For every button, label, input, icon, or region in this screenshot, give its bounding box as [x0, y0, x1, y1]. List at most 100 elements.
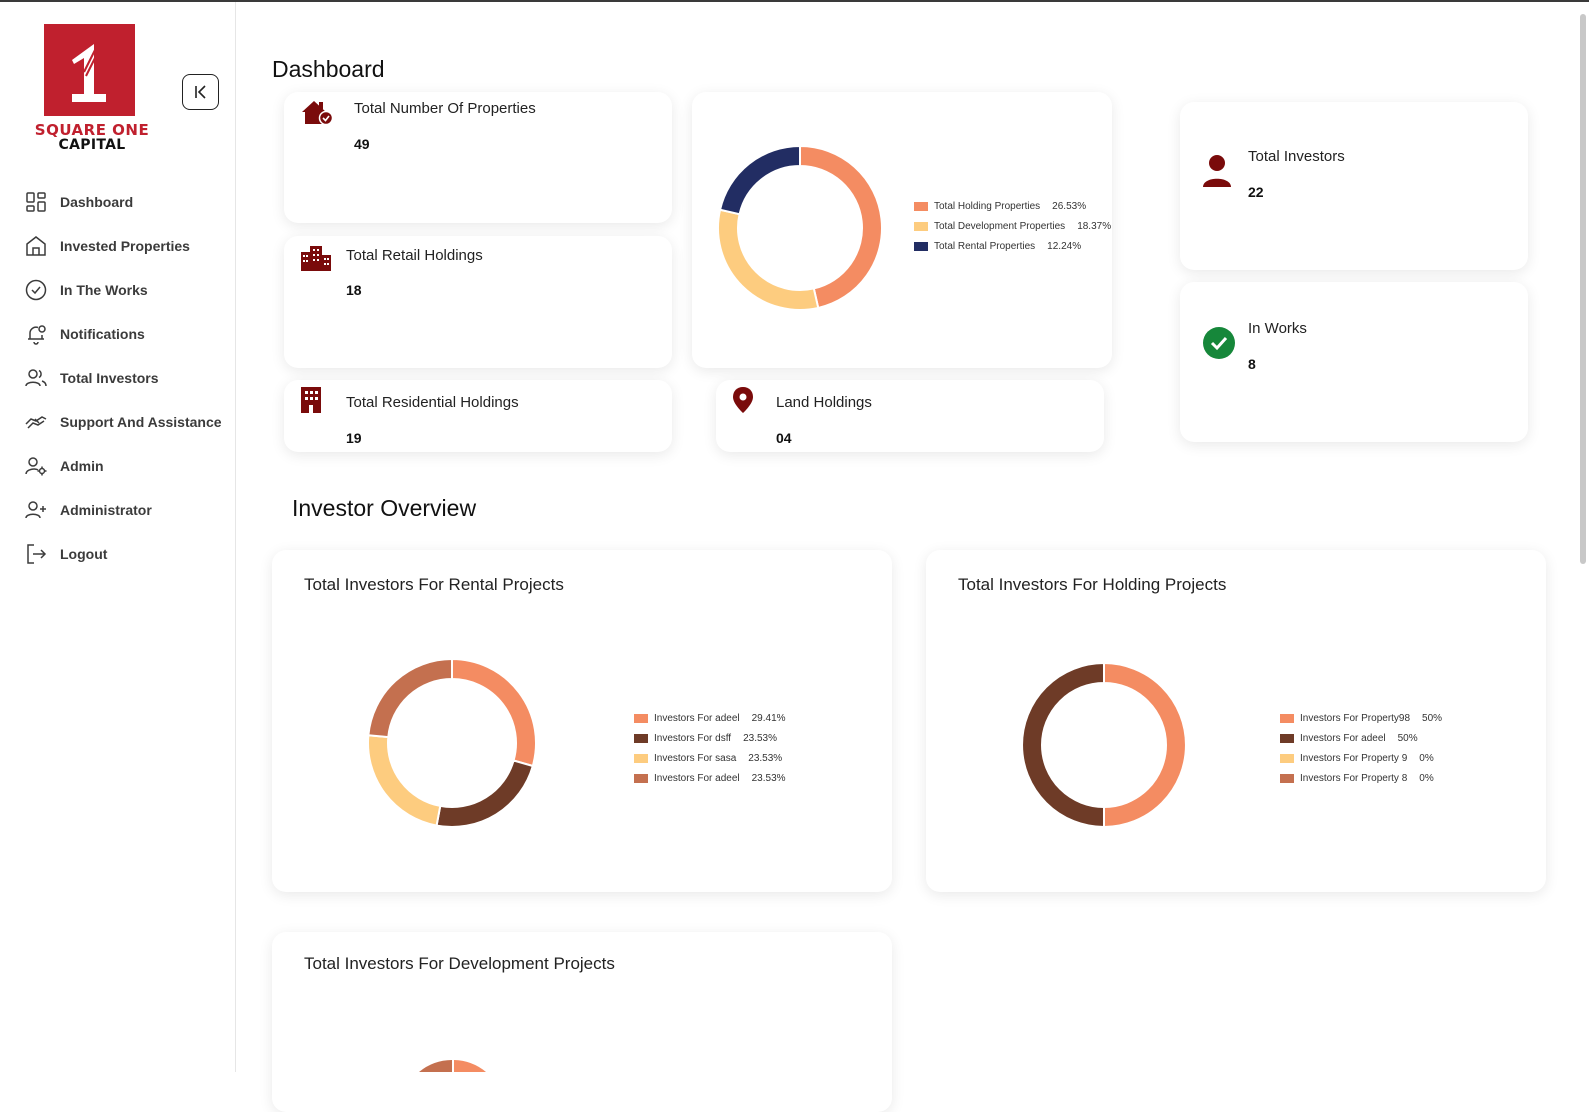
sidebar-item-invested-properties[interactable]: Invested Properties: [24, 224, 224, 268]
legend-swatch: [914, 221, 928, 231]
users-icon: [24, 366, 48, 390]
sidebar-item-admin[interactable]: Admin: [24, 444, 224, 488]
stat-card-residential-holdings[interactable]: Total Residential Holdings 19: [284, 380, 672, 452]
page-scrollbar[interactable]: [1580, 14, 1586, 564]
handshake-icon: [24, 410, 48, 434]
legend-item[interactable]: Investors For adeel 50%: [1280, 728, 1442, 748]
sidebar-item-notifications[interactable]: Notifications: [24, 312, 224, 356]
rental-investors-legend: Investors For adeel 29.41% Investors For d…: [634, 708, 786, 788]
stat-card-total-investors[interactable]: Total Investors 22: [1180, 102, 1528, 270]
sidebar-item-dashboard[interactable]: Dashboard: [24, 180, 224, 224]
holding-investors-chart-card: Total Investors For Holding Projects Inv…: [926, 550, 1546, 892]
window-top-border: [0, 0, 1589, 2]
donut-slice[interactable]: [1021, 661, 1105, 829]
sidebar-item-label: Logout: [60, 546, 108, 562]
dashboard-icon: [24, 190, 48, 214]
sidebar-item-label: Invested Properties: [60, 238, 190, 254]
legend-percent: 18.37%: [1077, 220, 1112, 232]
stat-label: Total Number Of Properties: [354, 100, 536, 117]
page-title: Dashboard: [272, 56, 385, 82]
legend-percent: 0%: [1419, 752, 1434, 764]
legend-item[interactable]: Total Rental Properties 12.24%: [914, 236, 1111, 256]
map-pin-icon: [732, 386, 754, 419]
sidebar-item-label: Dashboard: [60, 194, 134, 210]
legend-item[interactable]: Total Development Properties 18.37%: [914, 216, 1111, 236]
donut-slice[interactable]: [367, 734, 442, 827]
stat-label: In Works: [1248, 320, 1307, 337]
user-icon: [1202, 154, 1232, 193]
stat-card-total-properties[interactable]: Total Number Of Properties 49: [284, 92, 672, 223]
donut-slice[interactable]: [435, 759, 535, 828]
chevron-left-bar-icon: [195, 85, 206, 99]
donut-slice[interactable]: [367, 657, 453, 739]
bell-icon: [24, 322, 48, 346]
legend-label: Investors For dsff: [654, 732, 732, 744]
donut-slice[interactable]: [718, 144, 801, 216]
donut-slice[interactable]: [717, 208, 820, 311]
check-circle-icon: [24, 278, 48, 302]
stat-card-retail-holdings[interactable]: Total Retail Holdings 18: [284, 236, 672, 368]
legend-percent: 26.53%: [1052, 200, 1087, 212]
stat-value: 04: [776, 430, 792, 446]
sidebar: SQUARE ONE CAPITAL Dashboard Invested Pr…: [0, 2, 236, 1072]
sidebar-nav: Dashboard Invested Properties In The Wor…: [24, 180, 224, 576]
stat-value: 18: [346, 282, 362, 298]
logo-text-capital: CAPITAL: [58, 137, 126, 153]
legend-percent: 23.53%: [743, 732, 777, 744]
legend-swatch: [634, 773, 648, 783]
legend-item[interactable]: Investors For Property98 50%: [1280, 708, 1442, 728]
legend-label: Investors For Property98: [1300, 712, 1411, 724]
legend-label: Total Holding Properties: [934, 200, 1041, 212]
logo-mark: [44, 24, 135, 116]
stat-value: 49: [354, 136, 370, 152]
sidebar-item-label: Administrator: [60, 502, 152, 518]
legend-item[interactable]: Investors For Property 8 0%: [1280, 768, 1442, 788]
stat-value: 22: [1248, 184, 1264, 200]
donut-slice[interactable]: [799, 144, 883, 310]
sidebar-item-administrator[interactable]: Administrator: [24, 488, 224, 532]
home-icon: [24, 234, 48, 258]
stat-label: Land Holdings: [776, 394, 872, 411]
building-icon: [300, 386, 322, 419]
collapse-sidebar-button[interactable]: [182, 74, 219, 110]
stat-card-in-works[interactable]: In Works 8: [1180, 282, 1528, 442]
sidebar-item-support-and-assistance[interactable]: Support And Assistance: [24, 400, 224, 444]
property-breakdown-legend: Total Holding Properties 26.53% Total Deve…: [914, 196, 1111, 256]
legend-percent: 50%: [1422, 712, 1443, 724]
legend-item[interactable]: Investors For dsff 23.53%: [634, 728, 786, 748]
section-title-investor-overview: Investor Overview: [292, 495, 477, 521]
legend-percent: 12.24%: [1047, 240, 1082, 252]
legend-item[interactable]: Investors For Property 9 0%: [1280, 748, 1442, 768]
sidebar-item-label: In The Works: [60, 282, 148, 298]
legend-label: Investors For Property 8: [1300, 772, 1408, 784]
sidebar-item-logout[interactable]: Logout: [24, 532, 224, 576]
city-buildings-icon: [300, 244, 332, 277]
user-plus-icon: [24, 498, 48, 522]
legend-percent: 29.41%: [751, 712, 786, 724]
stat-value: 19: [346, 430, 362, 446]
donut-slice[interactable]: [1103, 661, 1187, 829]
stat-label: Total Residential Holdings: [346, 394, 519, 411]
stat-card-land-holdings[interactable]: Land Holdings 04: [716, 380, 1104, 452]
legend-label: Investors For adeel: [1300, 732, 1386, 744]
legend-label: Investors For Property 9: [1300, 752, 1408, 764]
legend-label: Investors For adeel: [654, 772, 740, 784]
sidebar-item-label: Notifications: [60, 326, 145, 342]
sidebar-item-total-investors[interactable]: Total Investors: [24, 356, 224, 400]
stat-value: 8: [1248, 356, 1256, 372]
sidebar-item-in-the-works[interactable]: In The Works: [24, 268, 224, 312]
legend-item[interactable]: Total Holding Properties 26.53%: [914, 196, 1111, 216]
legend-percent: 23.53%: [751, 772, 786, 784]
donut-slice[interactable]: [451, 657, 537, 768]
legend-item[interactable]: Investors For adeel 23.53%: [634, 768, 786, 788]
legend-swatch: [1280, 713, 1294, 723]
legend-item[interactable]: Investors For sasa 23.53%: [634, 748, 786, 768]
sidebar-item-label: Support And Assistance: [60, 414, 222, 430]
legend-swatch: [914, 201, 928, 211]
rental-investors-chart-card: Total Investors For Rental Projects Inve…: [272, 550, 892, 892]
legend-item[interactable]: Investors For adeel 29.41%: [634, 708, 786, 728]
development-investors-chart-card: Total Investors For Development Projects: [272, 932, 892, 1112]
holding-investors-chart: [1021, 661, 1187, 829]
legend-swatch: [634, 733, 648, 743]
legend-label: Investors For sasa: [654, 752, 737, 764]
